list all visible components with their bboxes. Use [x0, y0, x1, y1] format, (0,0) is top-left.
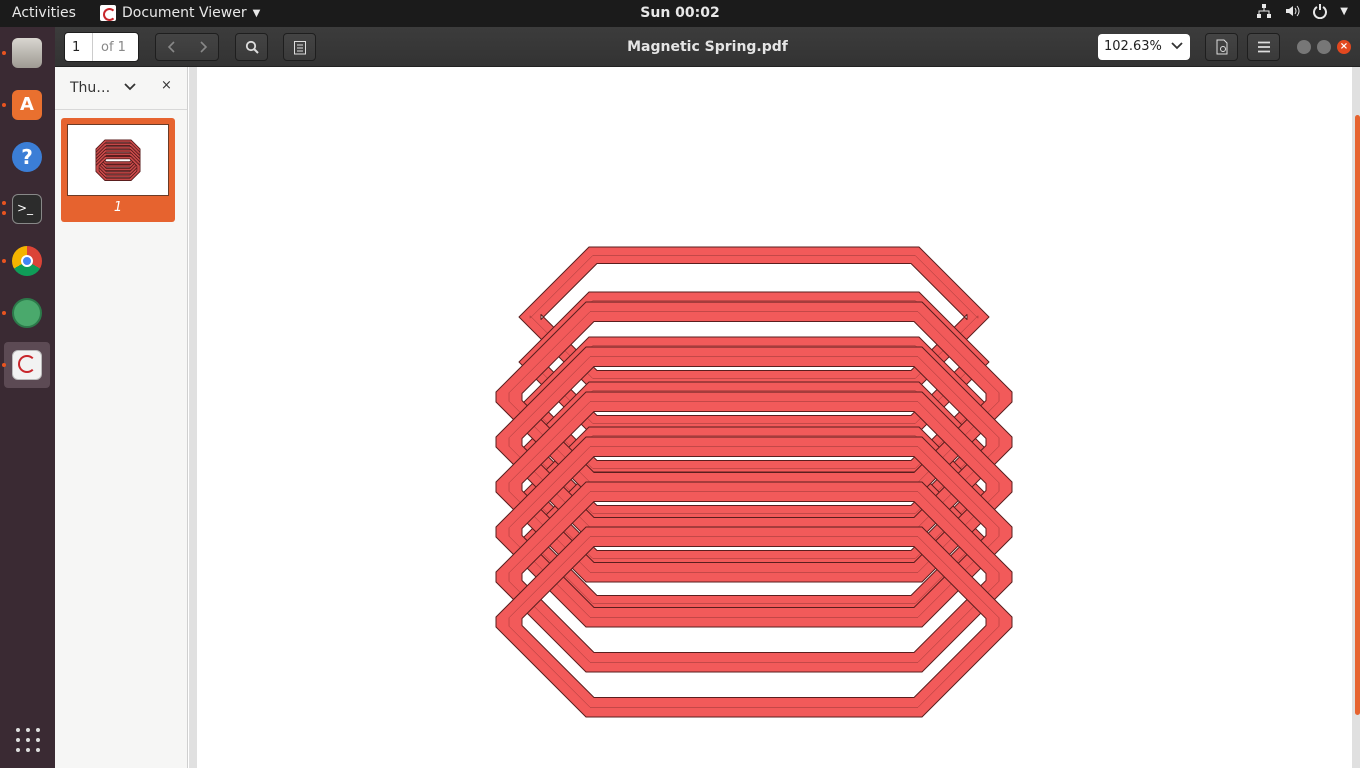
- zoom-value: 102.63%: [1104, 39, 1162, 54]
- header-bar: 1 of 1 Magnetic Spring.pdf 102.63% ×: [55, 27, 1360, 67]
- terminal-icon: >_: [12, 194, 42, 224]
- software-center-icon: A: [12, 90, 42, 120]
- dock-chrome[interactable]: [2, 238, 50, 284]
- hamburger-icon: [1257, 41, 1270, 53]
- minimize-button[interactable]: [1297, 40, 1311, 54]
- page-thumbnail[interactable]: 1: [61, 118, 175, 222]
- chevron-down-icon: [1171, 42, 1183, 50]
- sidebar-header: Thu… ×: [55, 67, 187, 110]
- help-icon: ?: [12, 142, 42, 172]
- sidebar-mode-label[interactable]: Thu…: [70, 80, 110, 96]
- document-viewer-icon: [12, 350, 42, 380]
- thumbnail-image: [95, 139, 141, 181]
- open-document-button[interactable]: [1205, 33, 1238, 61]
- thumbnail-page: [67, 124, 169, 196]
- document-icon: [1216, 39, 1227, 55]
- dock-software[interactable]: A: [2, 82, 50, 128]
- running-indicator: [2, 363, 6, 367]
- thumbnail-label: 1: [113, 200, 123, 215]
- atom-icon: [12, 298, 42, 328]
- dock-atom[interactable]: [2, 290, 50, 336]
- network-icon: [1257, 4, 1272, 18]
- running-indicator: [2, 259, 6, 263]
- dock: A ? >_: [0, 27, 55, 768]
- dock-files[interactable]: [2, 30, 50, 76]
- maximize-button[interactable]: [1317, 40, 1331, 54]
- chrome-icon: [12, 246, 42, 276]
- running-indicator: [2, 211, 6, 215]
- dock-terminal[interactable]: >_: [2, 186, 50, 232]
- magnetic-spring-drawing: [495, 246, 1013, 718]
- running-indicator: [2, 51, 6, 55]
- sidebar: Thu… × 1: [55, 67, 188, 768]
- dock-document-viewer[interactable]: [2, 342, 50, 388]
- top-bar: Activities Document Viewer ▼ Sun 00:02 ▼: [0, 0, 1360, 27]
- show-applications-button[interactable]: [16, 728, 40, 752]
- running-indicator: [2, 103, 6, 107]
- volume-icon: [1286, 5, 1300, 17]
- power-icon: [1313, 4, 1328, 19]
- menu-button[interactable]: [1247, 33, 1280, 61]
- system-tray[interactable]: ▼: [1256, 3, 1348, 19]
- sidebar-close-button[interactable]: ×: [161, 78, 172, 93]
- zoom-selector[interactable]: 102.63%: [1098, 34, 1190, 60]
- caret-down-icon: ▼: [1340, 5, 1348, 17]
- dock-help[interactable]: ?: [4, 134, 50, 180]
- running-indicator: [2, 201, 6, 205]
- scrollbar[interactable]: [1355, 115, 1360, 715]
- document-view[interactable]: [189, 67, 1360, 768]
- close-button[interactable]: ×: [1337, 40, 1351, 54]
- running-indicator: [2, 311, 6, 315]
- chevron-down-icon[interactable]: [123, 79, 137, 93]
- files-icon: [12, 38, 42, 68]
- pdf-page: [197, 67, 1352, 768]
- clock[interactable]: Sun 00:02: [0, 5, 1360, 21]
